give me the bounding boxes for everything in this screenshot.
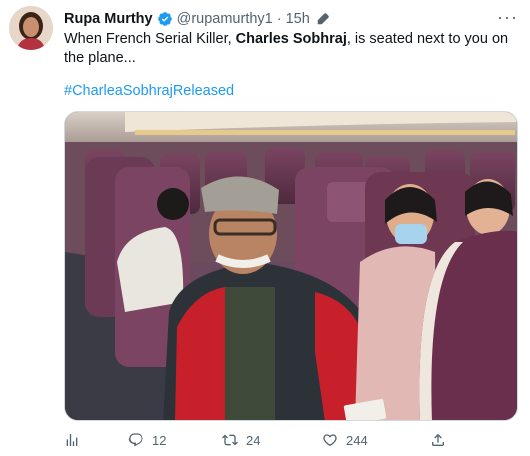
hashtag-link[interactable]: #CharleaSobhrajReleased — [64, 83, 234, 99]
retweet-icon — [222, 432, 238, 448]
action-bar: 12 24 244 — [64, 428, 464, 452]
share-icon — [430, 432, 446, 448]
share-button[interactable] — [430, 432, 446, 448]
reply-count: 12 — [152, 432, 167, 448]
like-button[interactable]: 244 — [322, 432, 368, 448]
retweet-count: 24 — [246, 432, 261, 448]
tweet-header: Rupa Murthy @rupamurthy1 · 15h ··· — [64, 8, 518, 29]
tweet-text-pre: When French Serial Killer, — [64, 31, 236, 47]
reply-button[interactable]: 12 — [128, 432, 166, 448]
avatar-image — [9, 6, 53, 50]
analytics-icon — [64, 432, 80, 448]
reply-icon — [128, 432, 144, 448]
separator-dot: · — [276, 11, 282, 27]
author-handle[interactable]: @rupamurthy1 — [177, 11, 273, 27]
cabin-photo-image — [65, 112, 517, 420]
like-icon — [322, 432, 338, 448]
verified-badge-icon — [157, 11, 173, 27]
tweet-photo[interactable] — [64, 111, 518, 421]
author-name[interactable]: Rupa Murthy — [64, 11, 153, 27]
more-icon[interactable]: ··· — [497, 8, 518, 26]
tweet-text: When French Serial Killer, Charles Sobhr… — [64, 30, 514, 68]
avatar[interactable] — [9, 6, 53, 50]
edit-pen-icon — [316, 12, 330, 26]
tweet-time[interactable]: 15h — [286, 11, 310, 27]
like-count: 244 — [346, 432, 368, 448]
tweet-text-bold: Charles Sobhraj — [235, 31, 347, 47]
analytics-button[interactable] — [64, 432, 80, 448]
retweet-button[interactable]: 24 — [222, 432, 260, 448]
